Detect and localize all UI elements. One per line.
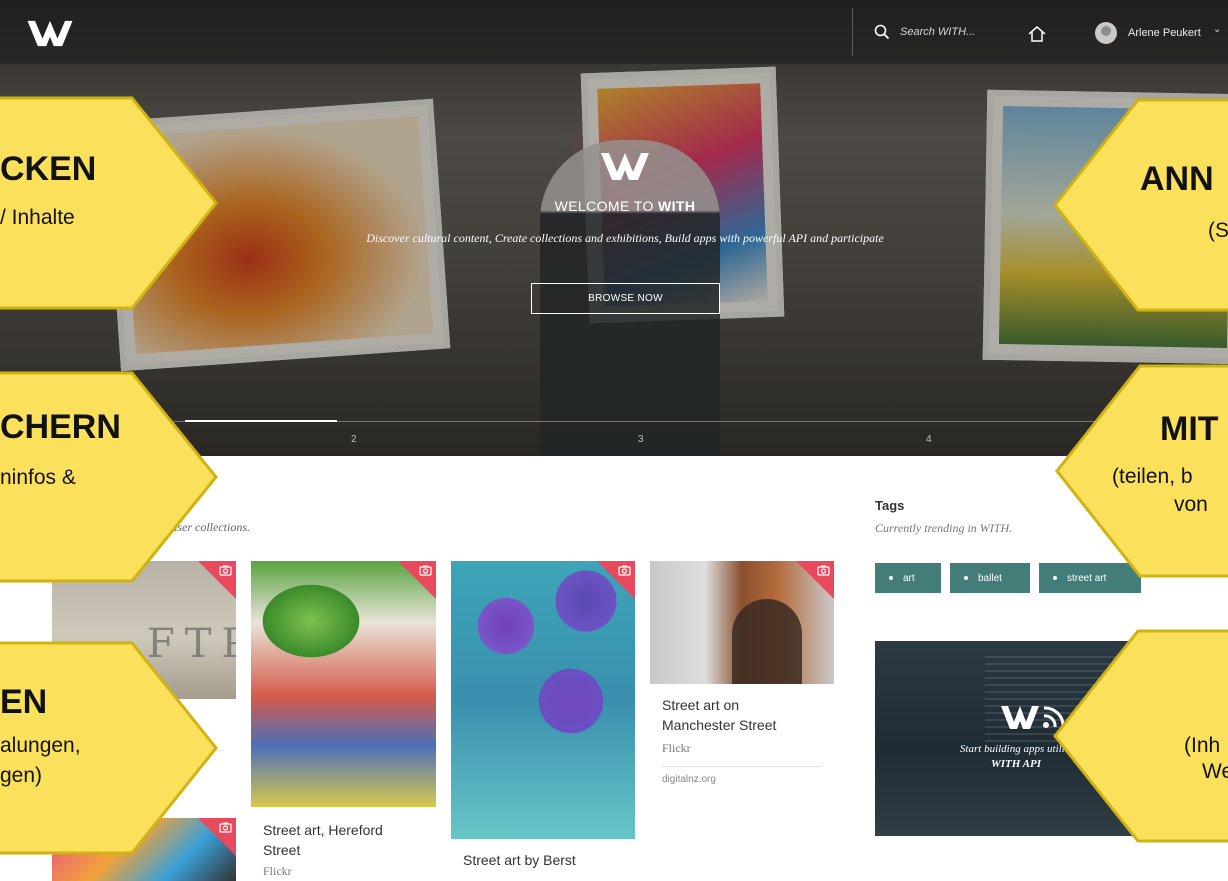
callout-text-2: gen) [0,764,43,787]
card-title[interactable]: Street art on Manchester Street [662,695,812,735]
browse-now-button[interactable]: BROWSE NOW [531,283,720,314]
slide-3-indicator[interactable]: 3 [638,434,644,445]
hero-title-brand: WITH [658,198,696,214]
callout-text: alungen, [0,734,81,757]
search-input[interactable] [900,26,990,38]
chevron-down-icon[interactable]: ⌄ [1213,24,1221,35]
collection-card-berst[interactable]: Street art by Berst [451,561,635,881]
hero-subtitle: Discover cultural content, Create collec… [366,231,884,245]
card-source: Flickr [662,741,691,755]
tags-subtitle: Currently trending in WITH. [875,521,1013,535]
search-icon[interactable] [874,24,890,40]
tag-label: art [903,572,915,584]
user-avatar[interactable] [1095,22,1117,44]
collection-card-manchester[interactable]: Street art on Manchester Street Flickr d… [650,561,834,785]
card-title[interactable]: Street art by Berst [463,850,628,870]
card-source: Flickr [263,864,292,878]
user-name[interactable]: Arlene Peukert [1128,27,1201,39]
card-image[interactable] [650,561,834,684]
camera-icon [219,822,232,833]
callout-save: CHERN ninfos & [0,370,220,584]
callout-text: (teilen, b [1112,465,1193,488]
top-navbar: Arlene Peukert ⌄ [0,0,1228,64]
card-image[interactable] [251,561,436,807]
with-logo-icon[interactable] [26,18,74,48]
search-box[interactable] [874,24,990,40]
callout-api: (Inh We [1052,628,1228,844]
camera-icon [419,565,432,576]
camera-icon [618,565,631,576]
camera-icon [219,565,232,576]
callout-create: EN alungen, gen) [0,640,220,856]
callout-title: EN [0,683,48,721]
slide-4-indicator[interactable]: 4 [926,434,932,445]
callout-title: CKEN [0,150,97,188]
callout-text: (S [1208,219,1228,242]
card-title[interactable]: Street art, Hereford Street [263,820,423,860]
callout-text: / Inhalte [0,206,75,229]
tag-ballet[interactable]: ballet [950,563,1030,593]
callout-text: ninfos & [0,466,76,489]
collection-card-hereford[interactable]: Street art, Hereford Street Flickr [251,561,436,881]
card-domain[interactable]: digitalnz.org [662,774,716,785]
callout-title: ANN [1140,160,1214,198]
home-icon[interactable] [1027,24,1047,44]
callout-annotate: ANN (S [1052,97,1228,313]
tag-art[interactable]: art [875,563,941,593]
with-logo-icon [601,153,649,180]
slide-2-indicator[interactable]: 2 [351,434,357,445]
callout-text-2: We [1202,760,1228,783]
callout-title: CHERN [0,408,121,446]
hero-title-prefix: WELCOME TO [554,198,659,214]
card-image[interactable] [451,561,635,839]
callout-text: (Inh [1184,734,1221,757]
camera-icon [817,565,830,576]
callout-text-2: von [1174,493,1208,516]
tags-heading: Tags [875,498,905,513]
nav-divider [852,8,853,56]
callout-title: MIT [1160,410,1219,448]
callout-participate: MIT (teilen, b von [1054,363,1228,579]
tag-label: ballet [978,572,1002,584]
callout-discover: CKEN / Inhalte [0,95,220,311]
